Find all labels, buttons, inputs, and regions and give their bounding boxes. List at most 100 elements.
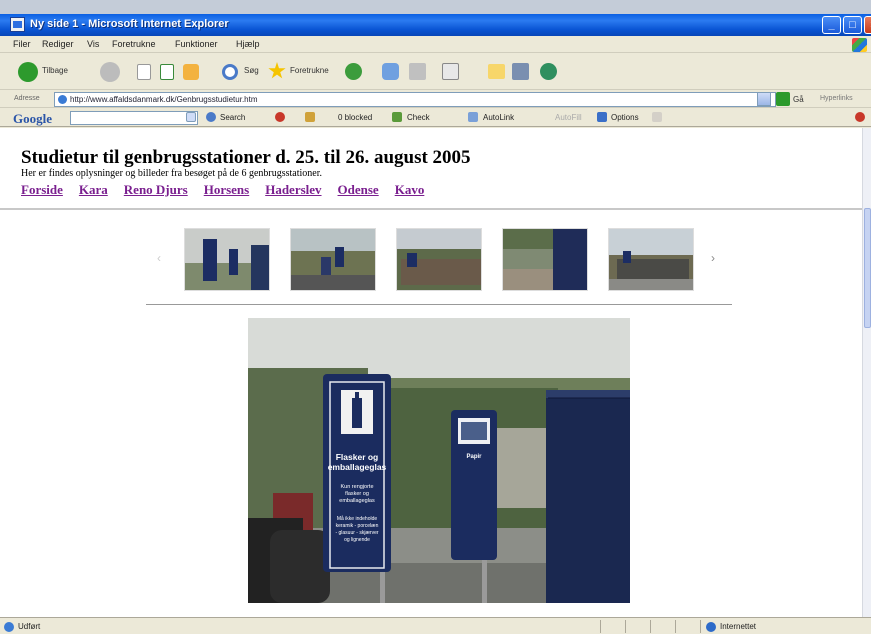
highlighter-icon[interactable] bbox=[652, 112, 662, 122]
address-label: Adresse bbox=[14, 95, 40, 102]
close-button[interactable]: × bbox=[864, 16, 871, 34]
home-icon[interactable] bbox=[183, 64, 199, 80]
svg-text:Papir: Papir bbox=[466, 454, 482, 460]
edit-icon[interactable] bbox=[442, 63, 459, 80]
nav-link-forside[interactable]: Forside bbox=[21, 182, 63, 197]
google-logo[interactable]: Google bbox=[13, 111, 52, 127]
refresh-icon[interactable] bbox=[160, 64, 174, 80]
menu-view[interactable]: Vis bbox=[87, 39, 99, 49]
svg-text:emballageglas: emballageglas bbox=[328, 462, 387, 472]
menu-bar: Filer Rediger Vis Foretrukne Funktioner … bbox=[0, 36, 871, 53]
autolink-button[interactable]: AutoLink bbox=[483, 113, 514, 122]
internet-zone-icon bbox=[706, 622, 716, 632]
svg-text:og lignende: og lignende bbox=[344, 537, 370, 543]
go-button[interactable]: Gå bbox=[793, 95, 804, 104]
svg-text:flasker og: flasker og bbox=[345, 491, 369, 497]
address-bar: Adresse http://www.affaldsdanmark.dk/Gen… bbox=[0, 91, 871, 108]
svg-text:Må ikke indeholde: Må ikke indeholde bbox=[337, 515, 378, 522]
status-divider bbox=[700, 620, 701, 633]
menu-favorites[interactable]: Foretrukne bbox=[112, 39, 156, 49]
windows-logo-icon bbox=[852, 38, 867, 52]
page-content: Studietur til genbrugsstationer d. 25. t… bbox=[0, 128, 862, 617]
maximize-button[interactable]: □ bbox=[843, 16, 862, 34]
address-input[interactable]: http://www.affaldsdanmark.dk/Genbrugsstu… bbox=[54, 92, 776, 107]
scrollbar-thumb[interactable] bbox=[864, 208, 871, 328]
popup-blocker-icon[interactable] bbox=[305, 112, 315, 122]
thumbnail-1[interactable] bbox=[184, 228, 270, 291]
thumbnail-3-image bbox=[397, 229, 481, 290]
address-url[interactable]: http://www.affaldsdanmark.dk/Genbrugsstu… bbox=[70, 95, 258, 104]
minimize-button[interactable]: _ bbox=[822, 16, 841, 34]
research-icon[interactable] bbox=[512, 63, 529, 80]
thumbnail-strip: ‹ › bbox=[157, 226, 727, 294]
menu-help[interactable]: Hjælp bbox=[236, 39, 260, 49]
nav-link-kara[interactable]: Kara bbox=[79, 182, 108, 197]
main-photo-image: Flasker og emballageglas Kun rengjorte f… bbox=[248, 318, 630, 603]
status-divider bbox=[625, 620, 626, 633]
autolink-icon[interactable] bbox=[468, 112, 478, 122]
menu-file[interactable]: Filer bbox=[13, 39, 31, 49]
svg-text:keramik - porcelæn: keramik - porcelæn bbox=[336, 523, 379, 529]
browser-window: Ny side 1 - Microsoft Internet Explorer … bbox=[0, 0, 871, 634]
ie-page-icon bbox=[10, 17, 25, 32]
go-arrow-icon[interactable] bbox=[776, 92, 790, 106]
options-icon[interactable] bbox=[597, 112, 607, 122]
popup-blocked-count[interactable]: 0 blocked bbox=[338, 113, 372, 122]
thumbnail-5-image bbox=[609, 229, 693, 290]
svg-text:Flasker og: Flasker og bbox=[336, 452, 379, 462]
search-label[interactable]: Søg bbox=[244, 66, 259, 75]
page-subtitle: Her er findes oplysninger og billeder fr… bbox=[21, 168, 323, 179]
thumbnail-3[interactable] bbox=[396, 228, 482, 291]
svg-text:Kun rengjorte: Kun rengjorte bbox=[340, 484, 373, 490]
favorites-star-icon[interactable] bbox=[268, 62, 286, 79]
nav-link-kavo[interactable]: Kavo bbox=[395, 182, 425, 197]
vertical-scrollbar[interactable] bbox=[862, 128, 871, 617]
forward-arrow-icon[interactable] bbox=[100, 62, 120, 82]
thumbnail-5[interactable] bbox=[608, 228, 694, 291]
svg-text:- glasuur - skjærver: - glasuur - skjærver bbox=[335, 530, 378, 536]
links-label[interactable]: Hyperlinks bbox=[820, 95, 853, 102]
print-icon[interactable] bbox=[409, 63, 426, 80]
menu-tools[interactable]: Funktioner bbox=[175, 39, 218, 49]
status-bar: Udført Internettet bbox=[0, 617, 871, 634]
messenger-icon[interactable] bbox=[540, 63, 557, 80]
thumbnail-next-icon[interactable]: › bbox=[711, 251, 715, 265]
back-label[interactable]: Tilbage bbox=[42, 66, 68, 75]
desktop-strip bbox=[0, 0, 871, 14]
menu-edit[interactable]: Rediger bbox=[42, 39, 74, 49]
status-divider bbox=[675, 620, 676, 633]
nav-link-horsens[interactable]: Horsens bbox=[204, 182, 250, 197]
nav-link-reno-djurs[interactable]: Reno Djurs bbox=[124, 182, 188, 197]
google-toolbar: Google Search 0 blocked Check AutoLink A… bbox=[0, 109, 871, 127]
nav-link-haderslev[interactable]: Haderslev bbox=[265, 182, 321, 197]
search-icon[interactable] bbox=[222, 64, 238, 80]
google-dropdown-icon[interactable] bbox=[186, 112, 196, 122]
thumbnail-2[interactable] bbox=[290, 228, 376, 291]
address-dropdown-icon[interactable] bbox=[757, 92, 771, 106]
page-title: Studietur til genbrugsstationer d. 25. t… bbox=[21, 147, 471, 168]
mail-icon[interactable] bbox=[382, 63, 399, 80]
main-photo: Flasker og emballageglas Kun rengjorte f… bbox=[248, 318, 630, 603]
nav-link-odense[interactable]: Odense bbox=[338, 182, 379, 197]
folder-icon[interactable] bbox=[488, 64, 505, 79]
google-search-button[interactable]: Search bbox=[220, 113, 245, 122]
title-bar[interactable]: Ny side 1 - Microsoft Internet Explorer … bbox=[0, 14, 871, 36]
favorites-label[interactable]: Foretrukne bbox=[290, 66, 329, 75]
page-done-icon bbox=[4, 622, 14, 632]
thumbnail-prev-icon[interactable]: ‹ bbox=[157, 251, 161, 265]
google-settings-icon[interactable] bbox=[855, 112, 865, 122]
autofill-button: AutoFill bbox=[555, 113, 582, 122]
thumbnail-4[interactable] bbox=[502, 228, 588, 291]
google-search-icon[interactable] bbox=[206, 112, 216, 122]
check-button[interactable]: Check bbox=[407, 113, 430, 122]
history-icon[interactable] bbox=[345, 63, 362, 80]
back-arrow-icon[interactable] bbox=[18, 62, 38, 82]
options-button[interactable]: Options bbox=[611, 113, 639, 122]
pagerank-icon[interactable] bbox=[275, 112, 285, 122]
google-search-input[interactable] bbox=[70, 111, 198, 125]
nav-links: Forside Kara Reno Djurs Horsens Haderslev Ode… bbox=[21, 182, 440, 198]
stop-icon[interactable] bbox=[137, 64, 151, 80]
status-divider bbox=[650, 620, 651, 633]
spellcheck-icon[interactable] bbox=[392, 112, 402, 122]
status-divider bbox=[600, 620, 601, 633]
